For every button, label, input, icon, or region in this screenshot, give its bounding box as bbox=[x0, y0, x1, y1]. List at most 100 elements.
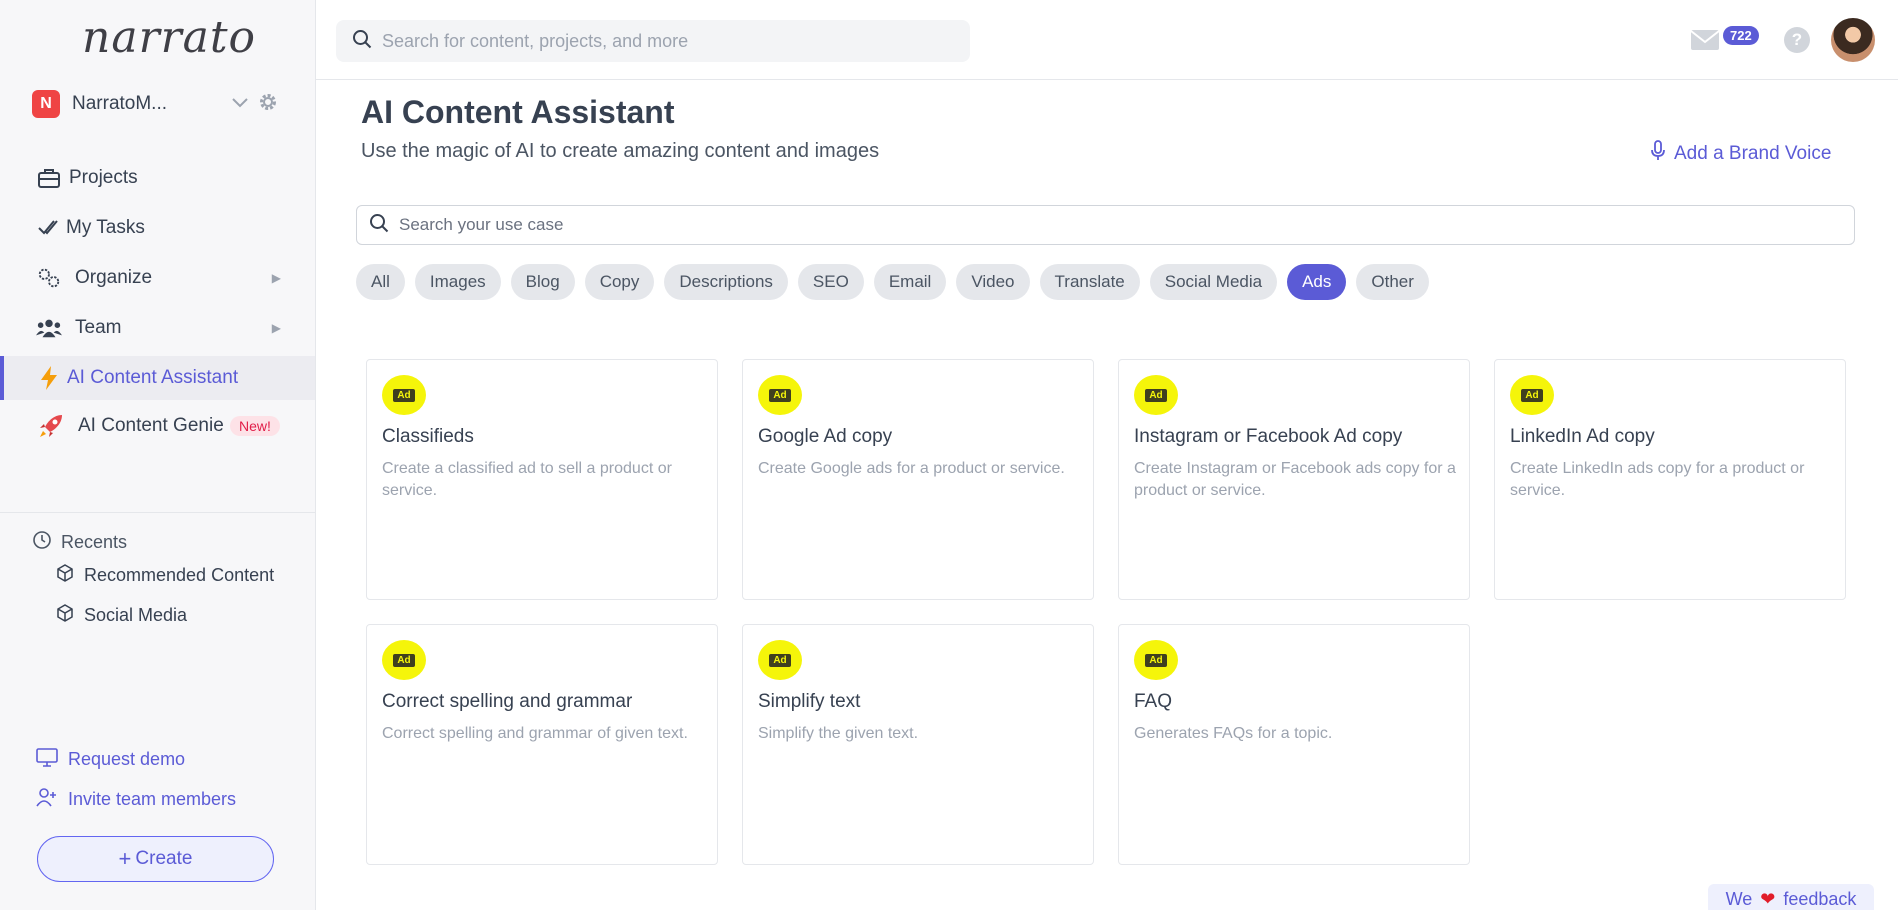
gear-icon[interactable] bbox=[258, 92, 278, 117]
sidebar-item-ai-content-assistant[interactable]: AI Content Assistant bbox=[0, 356, 315, 400]
ad-icon: Ad bbox=[1134, 375, 1178, 415]
workspace-switcher[interactable]: N NarratoM... bbox=[32, 90, 284, 118]
sidebar-item-label: My Tasks bbox=[66, 217, 145, 238]
card-description: Create LinkedIn ads copy for a product o… bbox=[1510, 460, 1805, 499]
recent-item-label: Social Media bbox=[84, 605, 188, 625]
card-title: FAQ bbox=[1134, 691, 1173, 712]
create-button[interactable]: + Create bbox=[37, 836, 274, 882]
ad-icon: Ad bbox=[1510, 375, 1554, 415]
add-brand-voice-label: Add a Brand Voice bbox=[1674, 143, 1832, 164]
card-description: Correct spelling and grammar of given te… bbox=[382, 725, 688, 742]
plus-icon: + bbox=[118, 846, 132, 871]
use-case-search[interactable] bbox=[356, 205, 1855, 245]
ad-icon-text: Ad bbox=[1145, 388, 1167, 402]
lightning-icon bbox=[36, 365, 62, 391]
category-filters: All Images Blog Copy Descriptions SEO Em… bbox=[356, 264, 1429, 300]
filter-images[interactable]: Images bbox=[414, 264, 501, 300]
card-title: LinkedIn Ad copy bbox=[1510, 426, 1655, 447]
ad-icon-text: Ad bbox=[1145, 653, 1167, 667]
heart-icon: ❤ bbox=[1760, 888, 1776, 909]
sidebar-item-team[interactable]: Team ▶ bbox=[0, 306, 315, 350]
page-subtitle: Use the magic of AI to create amazing co… bbox=[361, 140, 880, 162]
ad-icon: Ad bbox=[758, 640, 802, 680]
top-bar: 722 ? bbox=[316, 0, 1898, 80]
sidebar-item-label: Team bbox=[75, 317, 122, 338]
ad-icon-text: Ad bbox=[769, 653, 791, 667]
request-demo-label: Request demo bbox=[68, 749, 186, 769]
global-search[interactable] bbox=[336, 20, 970, 62]
filter-social-media[interactable]: Social Media bbox=[1149, 264, 1278, 300]
new-badge: New! bbox=[230, 416, 280, 436]
ad-icon: Ad bbox=[382, 375, 426, 415]
card-description: Simplify the given text. bbox=[758, 725, 919, 742]
double-check-icon bbox=[36, 215, 62, 241]
sidebar: narrato N NarratoM... Projects My Tasks … bbox=[0, 0, 316, 910]
ad-icon-text: Ad bbox=[393, 653, 415, 667]
feedback-button[interactable]: We ❤ feedback bbox=[1708, 884, 1874, 910]
chevron-down-icon[interactable] bbox=[230, 92, 250, 117]
card-description: Create Instagram or Facebook ads copy fo… bbox=[1134, 460, 1456, 499]
sidebar-item-ai-content-genie[interactable]: AI Content Genie New! bbox=[0, 404, 315, 448]
sidebar-item-label: Projects bbox=[69, 167, 138, 188]
feedback-pre: We bbox=[1725, 888, 1753, 909]
user-avatar[interactable] bbox=[1831, 18, 1875, 62]
sidebar-item-projects[interactable]: Projects bbox=[0, 156, 315, 200]
filter-descriptions[interactable]: Descriptions bbox=[664, 264, 788, 300]
filter-ads[interactable]: Ads bbox=[1287, 264, 1347, 300]
filter-other[interactable]: Other bbox=[1356, 264, 1429, 300]
card-title: Simplify text bbox=[758, 691, 861, 712]
filter-video[interactable]: Video bbox=[956, 264, 1030, 300]
filter-all[interactable]: All bbox=[356, 264, 405, 300]
use-case-card-linkedin-ad-copy[interactable]: Ad LinkedIn Ad copy Create LinkedIn ads … bbox=[1494, 359, 1846, 600]
use-case-card-correct-spelling-grammar[interactable]: Ad Correct spelling and grammar Correct … bbox=[366, 624, 718, 865]
help-icon[interactable]: ? bbox=[1784, 27, 1810, 53]
users-icon bbox=[36, 315, 62, 341]
cube-icon bbox=[56, 604, 74, 627]
global-search-input[interactable] bbox=[382, 30, 942, 52]
use-case-card-simplify-text[interactable]: Ad Simplify text Simplify the given text… bbox=[742, 624, 1094, 865]
filter-seo[interactable]: SEO bbox=[797, 264, 864, 300]
create-label: Create bbox=[135, 848, 193, 869]
user-plus-icon bbox=[36, 787, 58, 812]
invite-team-members-link[interactable]: Invite team members bbox=[36, 787, 236, 812]
recent-item[interactable]: Recommended Content bbox=[56, 564, 274, 587]
card-description: Create Google ads for a product or servi… bbox=[758, 460, 1065, 477]
use-case-card-classifieds[interactable]: Ad Classifieds Create a classified ad to… bbox=[366, 359, 718, 600]
mail-count-badge: 722 bbox=[1723, 26, 1759, 45]
narrato-logo[interactable]: narrato bbox=[82, 12, 256, 63]
ad-icon: Ad bbox=[382, 640, 426, 680]
request-demo-link[interactable]: Request demo bbox=[36, 747, 185, 772]
sidebar-item-my-tasks[interactable]: My Tasks bbox=[0, 206, 315, 250]
use-case-search-input[interactable] bbox=[399, 215, 1799, 235]
workspace-name: NarratoM... bbox=[72, 93, 168, 114]
card-title: Google Ad copy bbox=[758, 426, 893, 447]
rocket-icon bbox=[38, 413, 64, 439]
sidebar-item-label: AI Content Genie bbox=[78, 415, 224, 436]
add-brand-voice-button[interactable]: Add a Brand Voice bbox=[1650, 140, 1831, 168]
card-title: Correct spelling and grammar bbox=[382, 691, 633, 712]
monitor-icon bbox=[36, 747, 58, 772]
workspace-avatar: N bbox=[32, 90, 60, 118]
filter-email[interactable]: Email bbox=[873, 264, 947, 300]
filter-blog[interactable]: Blog bbox=[510, 264, 575, 300]
filter-translate[interactable]: Translate bbox=[1039, 264, 1140, 300]
recent-item[interactable]: Social Media bbox=[56, 604, 187, 627]
sidebar-divider bbox=[0, 512, 315, 513]
search-icon bbox=[352, 29, 372, 54]
page-title: AI Content Assistant bbox=[361, 94, 675, 130]
card-description: Create a classified ad to sell a product… bbox=[382, 460, 672, 499]
ad-icon-text: Ad bbox=[1521, 388, 1543, 402]
sidebar-item-organize[interactable]: Organize ▶ bbox=[0, 256, 315, 300]
use-case-card-google-ad-copy[interactable]: Ad Google Ad copy Create Google ads for … bbox=[742, 359, 1094, 600]
search-icon bbox=[369, 213, 389, 238]
caret-right-icon: ▶ bbox=[271, 271, 281, 285]
clock-icon bbox=[32, 530, 52, 555]
use-case-card-faq[interactable]: Ad FAQ Generates FAQs for a topic. bbox=[1118, 624, 1470, 865]
ad-icon: Ad bbox=[1134, 640, 1178, 680]
recent-item-label: Recommended Content bbox=[84, 565, 275, 585]
filter-copy[interactable]: Copy bbox=[584, 264, 655, 300]
use-case-card-instagram-facebook-ad-copy[interactable]: Ad Instagram or Facebook Ad copy Create … bbox=[1118, 359, 1470, 600]
caret-right-icon: ▶ bbox=[271, 321, 281, 335]
card-title: Classifieds bbox=[382, 426, 474, 447]
mail-icon[interactable] bbox=[1690, 28, 1720, 57]
